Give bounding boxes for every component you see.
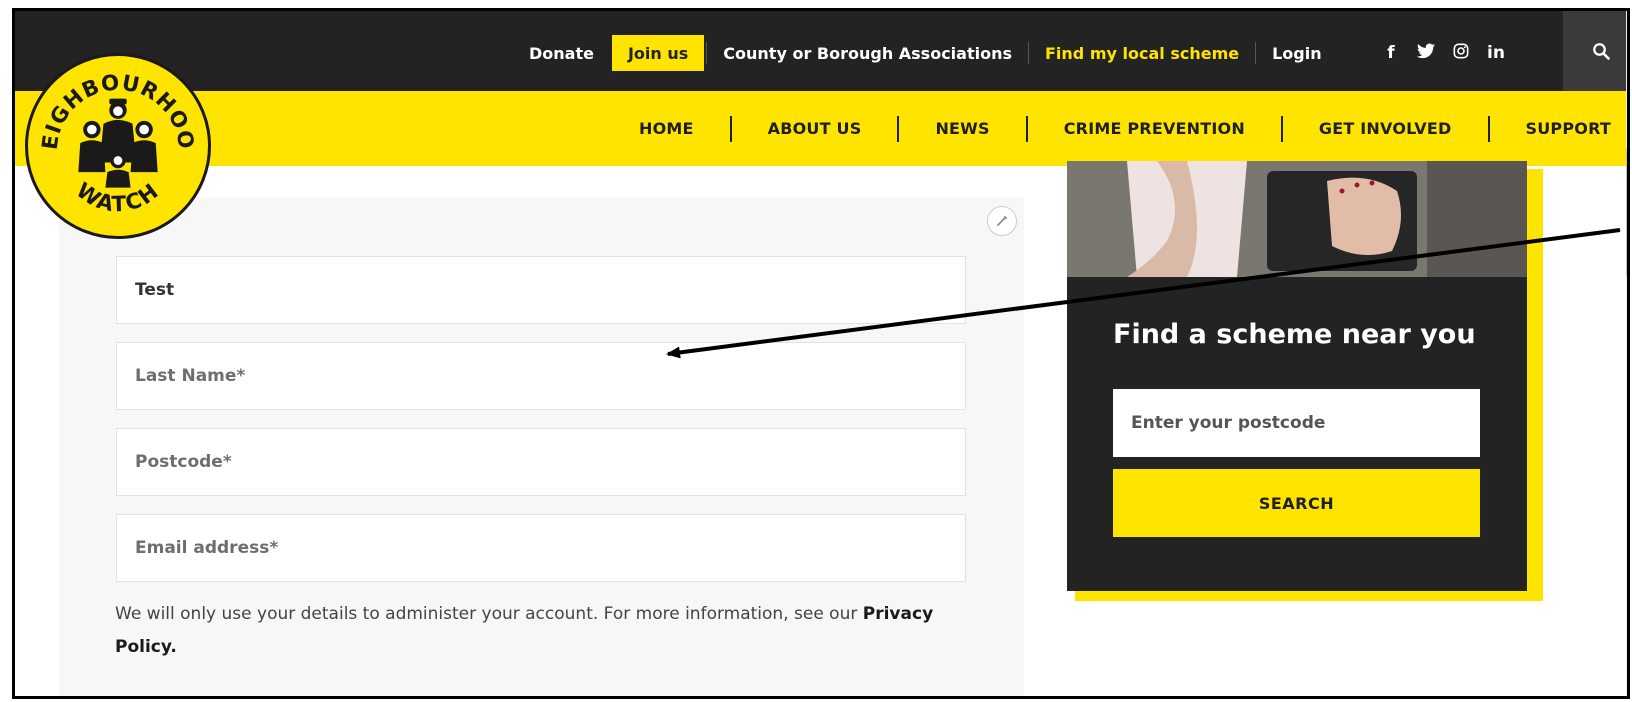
privacy-notice: We will only use your details to adminis…	[115, 598, 935, 664]
find-local-scheme-link[interactable]: Find my local scheme	[1029, 35, 1255, 71]
postcode-field[interactable]	[116, 428, 966, 496]
browser-viewport: Donate Join us County or Borough Associa…	[12, 8, 1630, 699]
scheme-postcode-input[interactable]	[1131, 413, 1462, 433]
registration-form: We will only use your details to adminis…	[59, 198, 1024, 696]
last-name-input[interactable]	[135, 366, 947, 386]
nav-get-involved[interactable]: GET INVOLVED	[1283, 119, 1488, 138]
first-name-field[interactable]	[116, 256, 966, 324]
nav-about-us[interactable]: ABOUT US	[732, 119, 898, 138]
donate-link[interactable]: Donate	[513, 35, 610, 71]
nav-home[interactable]: HOME	[639, 119, 730, 138]
join-us-button[interactable]: Join us	[611, 35, 705, 71]
email-field[interactable]	[116, 514, 966, 582]
find-scheme-widget: Find a scheme near you SEARCH	[1067, 161, 1527, 591]
edit-button[interactable]	[987, 206, 1017, 236]
twitter-icon[interactable]	[1417, 43, 1435, 64]
scrollbar-thumb[interactable]	[1626, 148, 1627, 276]
pencil-icon	[996, 215, 1008, 227]
login-link[interactable]: Login	[1256, 35, 1338, 71]
neighbourhood-watch-logo[interactable]: NEIGHBOURHOOD WATCH	[19, 37, 211, 239]
scheme-search-button[interactable]: SEARCH	[1113, 469, 1480, 537]
main-nav-items: HOME ABOUT US NEWS CRIME PREVENTION GET …	[639, 91, 1627, 166]
first-name-input[interactable]	[135, 280, 947, 300]
linkedin-icon[interactable]: in	[1487, 43, 1505, 63]
postcode-input[interactable]	[135, 452, 947, 472]
privacy-text: We will only use your details to adminis…	[115, 604, 863, 624]
nav-support[interactable]: SUPPORT	[1490, 119, 1627, 138]
facebook-icon[interactable]: f	[1383, 43, 1399, 63]
nav-crime-prevention[interactable]: CRIME PREVENTION	[1028, 119, 1281, 138]
search-icon	[1592, 43, 1610, 60]
main-nav: HOME ABOUT US NEWS CRIME PREVENTION GET …	[15, 91, 1627, 166]
find-scheme-title: Find a scheme near you	[1113, 319, 1476, 350]
postcode-search-field[interactable]	[1113, 389, 1480, 457]
top-links: Donate Join us County or Borough Associa…	[513, 35, 1338, 71]
instagram-icon[interactable]	[1453, 43, 1469, 64]
nav-news[interactable]: NEWS	[899, 119, 1025, 138]
last-name-field[interactable]	[116, 342, 966, 410]
top-bar: Donate Join us County or Borough Associa…	[15, 11, 1627, 91]
person-with-tablet-image	[1067, 161, 1527, 277]
social-links: f in	[1383, 35, 1505, 71]
scrollbar-track[interactable]	[1626, 11, 1627, 696]
email-input[interactable]	[135, 538, 947, 558]
site-search-button[interactable]	[1563, 11, 1627, 91]
county-associations-link[interactable]: County or Borough Associations	[707, 35, 1028, 71]
